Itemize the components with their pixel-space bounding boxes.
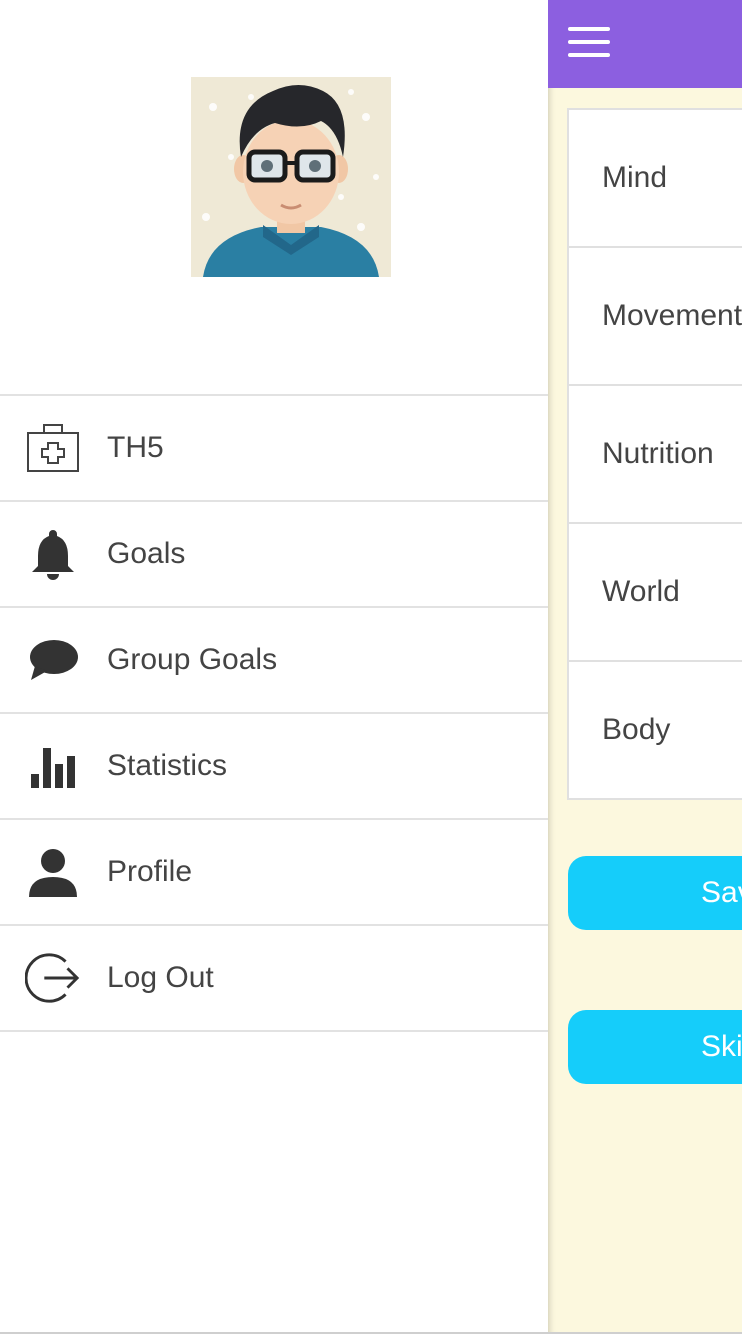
drawer-menu: TH5 Goals Group Goals Statistics Profile… [0,394,548,1032]
person-icon [25,844,81,900]
drawer-item-label: Log Out [107,961,214,994]
save-button-label: Save [701,876,742,909]
logout-icon [25,950,81,1006]
navigation-drawer: TH5 Goals Group Goals Statistics Profile… [0,0,548,1334]
drawer-item-group-goals[interactable]: Group Goals [0,608,548,714]
main-screen: Mind Movement Nutrition World Body Save … [548,0,742,1334]
drawer-item-statistics[interactable]: Statistics [0,714,548,820]
drawer-item-label: Profile [107,855,193,888]
category-list: Mind Movement Nutrition World Body [567,108,742,800]
save-button[interactable]: Save [568,856,742,930]
bar-chart-icon [25,738,81,794]
avatar[interactable] [191,77,391,277]
skip-button-label: Skip [701,1030,742,1063]
menu-icon[interactable] [568,27,610,61]
drawer-item-goals[interactable]: Goals [0,502,548,608]
bell-icon [25,526,81,582]
skip-button[interactable]: Skip [568,1010,742,1084]
drawer-item-label: Goals [107,537,186,570]
drawer-item-profile[interactable]: Profile [0,820,548,926]
drawer-item-label: Statistics [107,749,228,782]
drawer-item-logout[interactable]: Log Out [0,926,548,1032]
drawer-item-th5[interactable]: TH5 [0,396,548,502]
category-item-body[interactable]: Body [569,662,742,798]
category-item-mind[interactable]: Mind [569,110,742,248]
drawer-item-label: Group Goals [107,643,278,676]
drawer-item-label: TH5 [107,431,164,464]
medical-kit-icon [25,420,81,476]
top-bar [548,0,742,88]
chat-bubble-icon [25,632,81,688]
category-item-nutrition[interactable]: Nutrition [569,386,742,524]
category-item-movement[interactable]: Movement [569,248,742,386]
category-item-world[interactable]: World [569,524,742,662]
